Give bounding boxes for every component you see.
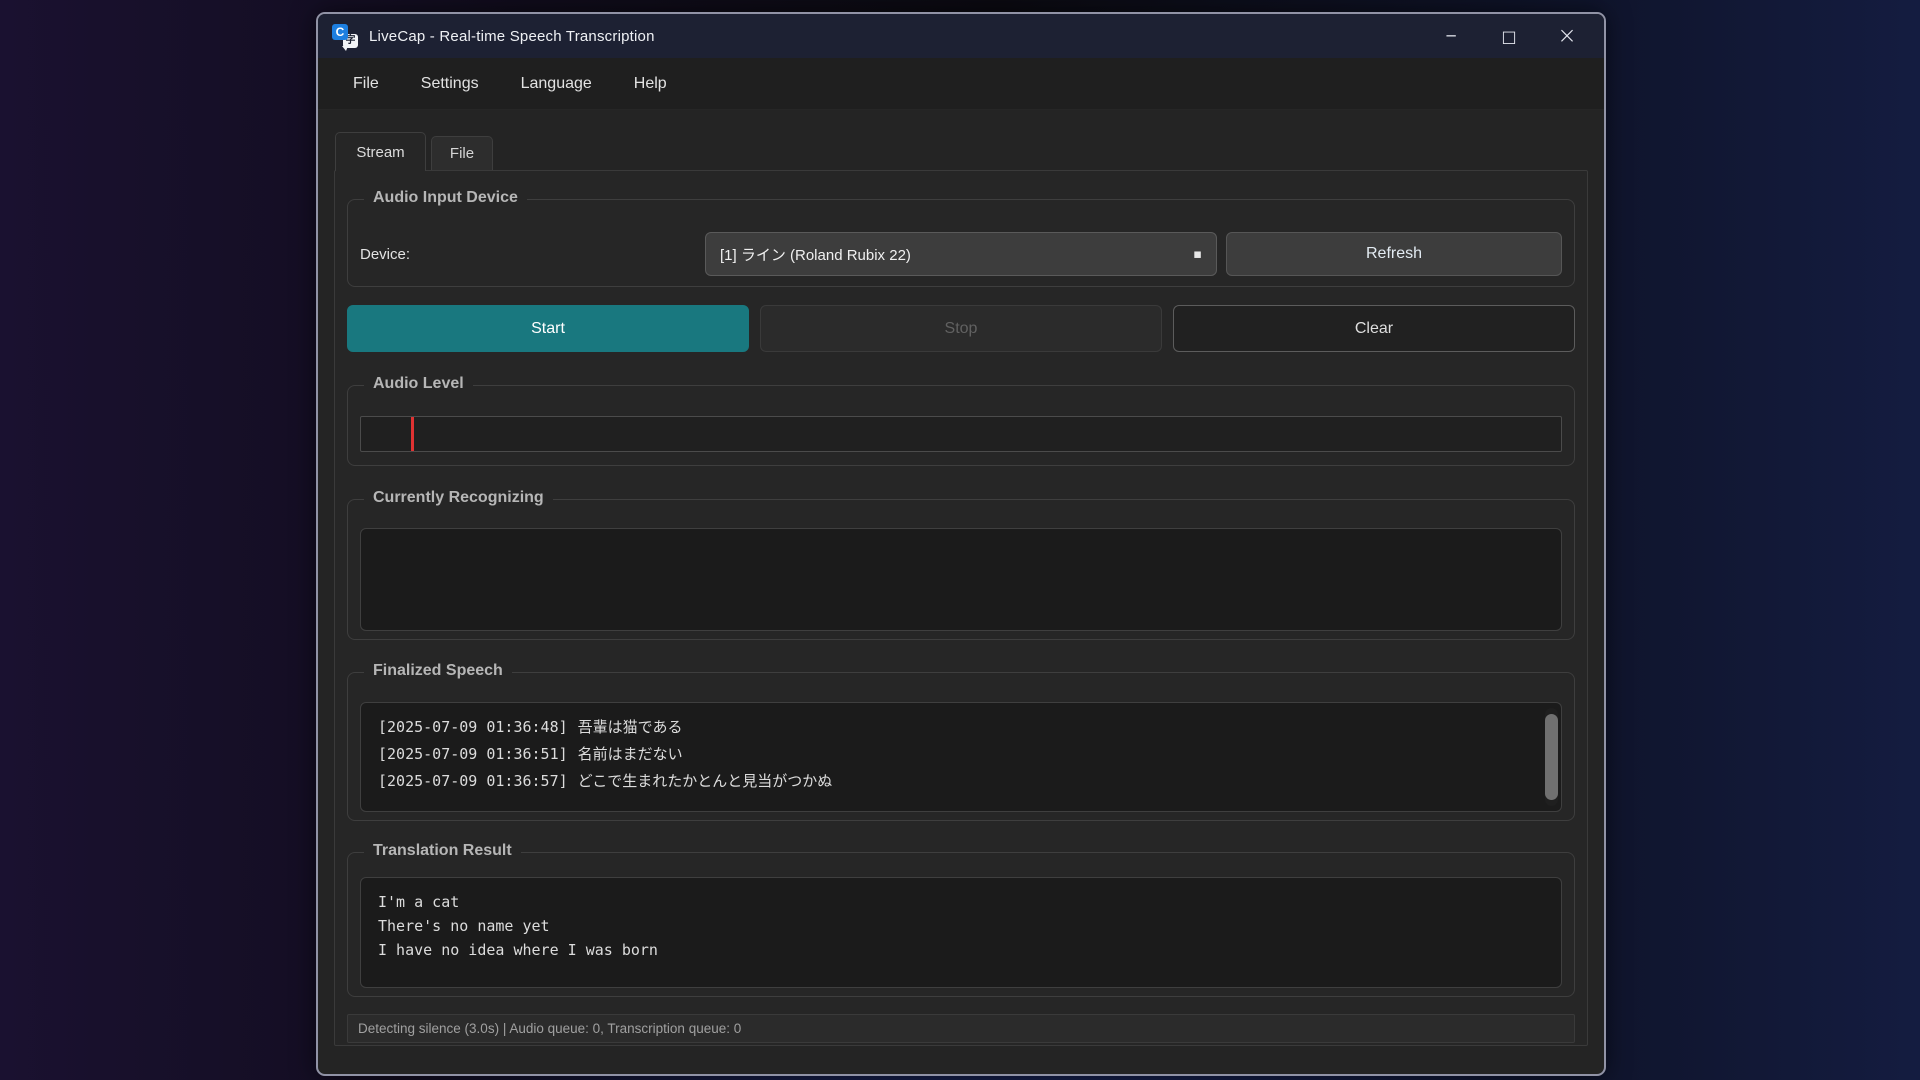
finalized-line: [2025-07-09 01:36:51] 名前はまだない: [378, 741, 1535, 768]
minimize-icon[interactable]: ─: [1422, 17, 1480, 55]
finalized-line: [2025-07-09 01:36:57] どこで生まれたかとんと見当がつかぬ: [378, 768, 1535, 795]
scrollbar-thumb[interactable]: [1545, 714, 1558, 800]
tab-stream[interactable]: Stream: [335, 132, 426, 171]
finalized-text: 名前はまだない: [578, 745, 683, 763]
app-icon: 字 C: [332, 23, 358, 49]
menu-item-settings[interactable]: Settings: [400, 66, 500, 102]
refresh-button[interactable]: Refresh: [1226, 232, 1562, 276]
translation-line: There's no name yet: [378, 914, 1545, 938]
audio-input-device-title: Audio Input Device: [364, 189, 527, 207]
menu-bar: File Settings Language Help: [318, 58, 1604, 110]
window-controls: ─ □ ×: [1422, 17, 1596, 55]
finalized-timestamp: [2025-07-09 01:36:57]: [378, 772, 568, 790]
tab-file[interactable]: File: [431, 136, 493, 170]
maximize-icon[interactable]: □: [1480, 17, 1538, 55]
finalized-text: 吾輩は猫である: [578, 718, 683, 736]
transport-controls: Start Stop Clear: [347, 305, 1575, 352]
translation-line: I'm a cat: [378, 890, 1545, 914]
app-icon-bubble-tail: [342, 46, 348, 51]
status-bar: Detecting silence (3.0s) | Audio queue: …: [347, 1014, 1575, 1043]
device-row: Device: [1] ライン (Roland Rubix 22) ▪ Refr…: [348, 200, 1574, 276]
currently-recognizing-group: Currently Recognizing: [347, 499, 1575, 640]
finalized-line: [2025-07-09 01:36:48] 吾輩は猫である: [378, 714, 1535, 741]
close-icon[interactable]: ×: [1538, 17, 1596, 55]
finalized-speech-textbox[interactable]: [2025-07-09 01:36:48] 吾輩は猫である [2025-07-09…: [360, 702, 1562, 812]
window-title: LiveCap - Real-time Speech Transcription: [369, 28, 655, 45]
audio-level-group: Audio Level: [347, 385, 1575, 466]
menu-item-language[interactable]: Language: [500, 66, 613, 102]
start-button[interactable]: Start: [347, 305, 749, 352]
recognizing-textbox[interactable]: [360, 528, 1562, 631]
clear-button[interactable]: Clear: [1173, 305, 1575, 352]
translation-result-group: Translation Result I'm a cat There's no …: [347, 852, 1575, 997]
finalized-timestamp: [2025-07-09 01:36:51]: [378, 745, 568, 763]
translation-line: I have no idea where I was born: [378, 938, 1545, 962]
menu-item-help[interactable]: Help: [613, 66, 688, 102]
finalized-timestamp: [2025-07-09 01:36:48]: [378, 718, 568, 736]
audio-level-marker: [411, 417, 414, 451]
device-label: Device:: [360, 246, 705, 263]
tab-bar: Stream File: [335, 131, 1588, 170]
app-window: 字 C LiveCap - Real-time Speech Transcrip…: [316, 12, 1606, 1076]
audio-level-meter: [360, 416, 1562, 452]
device-dropdown[interactable]: [1] ライン (Roland Rubix 22) ▪: [705, 232, 1217, 276]
menu-item-file[interactable]: File: [332, 66, 400, 102]
currently-recognizing-title: Currently Recognizing: [364, 489, 553, 507]
scrollbar-track[interactable]: [1545, 708, 1558, 806]
audio-input-device-group: Audio Input Device Device: [1] ライン (Rola…: [347, 199, 1575, 287]
finalized-text: どこで生まれたかとんと見当がつかぬ: [578, 772, 833, 790]
title-bar[interactable]: 字 C LiveCap - Real-time Speech Transcrip…: [318, 14, 1604, 58]
device-dropdown-value: [1] ライン (Roland Rubix 22): [720, 244, 911, 265]
tab-pane: Audio Input Device Device: [1] ライン (Rola…: [334, 170, 1588, 1046]
stop-button[interactable]: Stop: [760, 305, 1162, 352]
translation-textbox[interactable]: I'm a cat There's no name yet I have no …: [360, 877, 1562, 988]
translation-result-title: Translation Result: [364, 842, 521, 860]
audio-level-title: Audio Level: [364, 375, 473, 393]
finalized-speech-title: Finalized Speech: [364, 662, 512, 680]
status-text: Detecting silence (3.0s) | Audio queue: …: [358, 1021, 741, 1036]
app-icon-letter: C: [332, 24, 348, 40]
dropdown-indicator-icon: ▪: [1193, 247, 1202, 262]
finalized-speech-group: Finalized Speech [2025-07-09 01:36:48]吾輩…: [347, 672, 1575, 821]
